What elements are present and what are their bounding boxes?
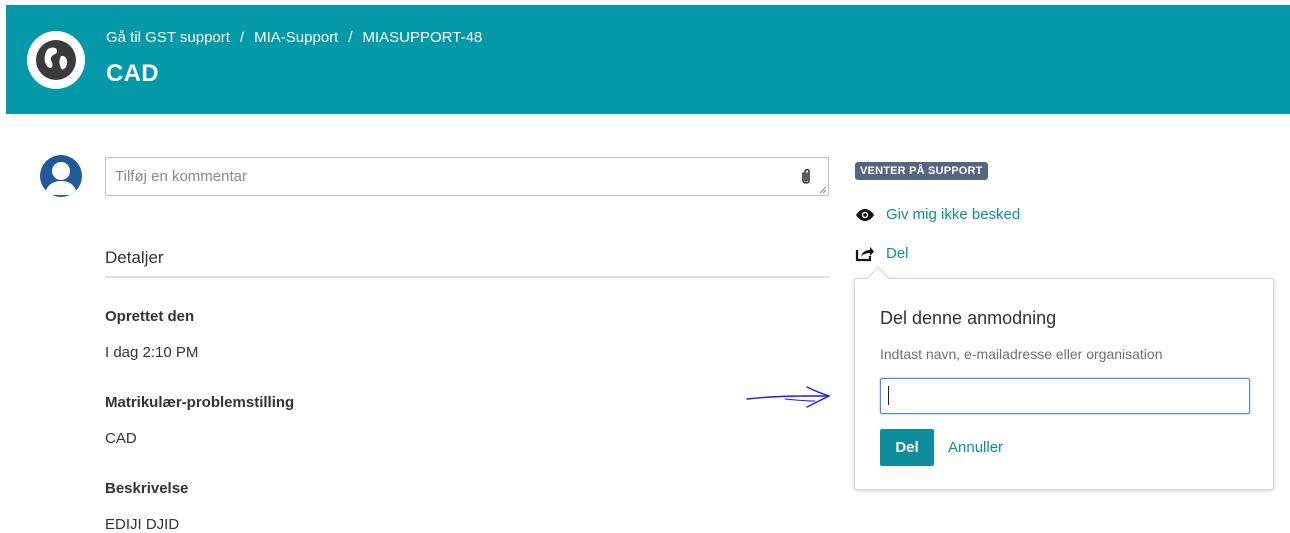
share-label[interactable]: Del — [886, 245, 909, 262]
description-label: Beskrivelse — [105, 480, 189, 497]
details-divider — [105, 276, 829, 278]
share-recipient-input[interactable] — [880, 378, 1250, 414]
comment-input[interactable] — [106, 158, 786, 195]
share-toggle[interactable]: Del — [855, 245, 909, 262]
eye-icon — [855, 207, 875, 223]
page-title: CAD — [106, 60, 159, 87]
globe-icon[interactable] — [27, 31, 85, 89]
share-cancel-link[interactable]: Annuller — [948, 439, 1003, 456]
status-badge: VENTER PÅ SUPPORT — [855, 162, 988, 180]
watch-label[interactable]: Giv mig ikke besked — [886, 206, 1020, 223]
share-popup-hint: Indtast navn, e-mailadresse eller organi… — [880, 346, 1163, 362]
breadcrumb-gst-support[interactable]: Gå til GST support — [106, 29, 230, 46]
breadcrumb: Gå til GST support / MIA-Support / MIASUPPOR… — [106, 29, 482, 46]
share-icon — [855, 246, 875, 262]
watch-toggle[interactable]: Giv mig ikke besked — [855, 206, 1020, 223]
hand-drawn-arrow — [746, 386, 831, 408]
paperclip-icon[interactable] — [799, 168, 813, 186]
header-bar: Gå til GST support / MIA-Support / MIASUPPOR… — [6, 5, 1290, 114]
details-heading: Detaljer — [105, 248, 164, 267]
breadcrumb-mia-support[interactable]: MIA-Support — [254, 29, 338, 46]
matrikular-value: CAD — [105, 430, 137, 447]
matrikular-label: Matrikulær-problemstilling — [105, 394, 295, 411]
description-value: EDIJI DJID — [105, 516, 180, 533]
text-caret — [888, 386, 889, 405]
share-submit-button[interactable]: Del — [880, 429, 934, 466]
resize-handle-icon[interactable] — [819, 186, 827, 194]
breadcrumb-separator: / — [348, 29, 353, 46]
breadcrumb-separator: / — [239, 29, 245, 46]
created-label: Oprettet den — [105, 308, 195, 325]
comment-box — [105, 157, 829, 196]
share-popup: Del denne anmodning Indtast navn, e-mail… — [854, 278, 1274, 490]
user-avatar-icon — [40, 155, 82, 197]
created-value: I dag 2:10 PM — [105, 344, 199, 361]
share-popup-title: Del denne anmodning — [880, 308, 1057, 328]
breadcrumb-ticket[interactable]: MIASUPPORT-48 — [363, 29, 483, 46]
